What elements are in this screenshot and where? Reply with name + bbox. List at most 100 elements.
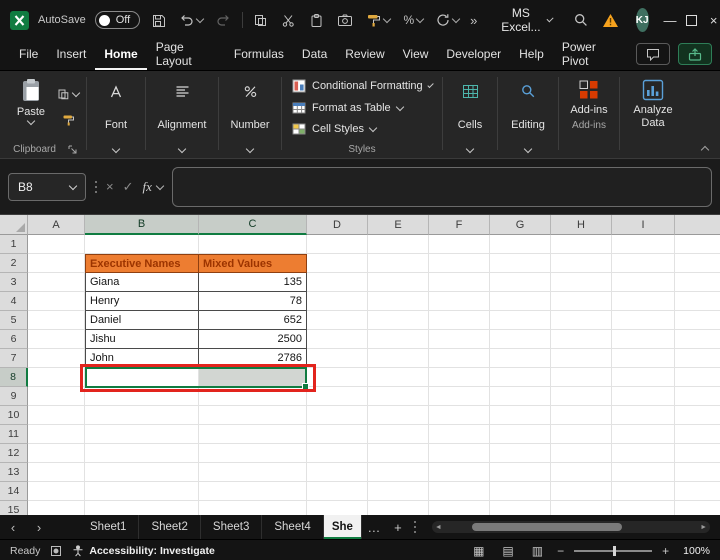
row-header-2[interactable]: 2 <box>0 254 28 273</box>
column-header-G[interactable]: G <box>490 215 551 235</box>
cell-F5[interactable] <box>429 311 490 330</box>
cell-G2[interactable] <box>490 254 551 273</box>
cell-E1[interactable] <box>368 235 429 254</box>
cell-C11[interactable] <box>199 425 307 444</box>
warning-icon[interactable] <box>602 13 619 28</box>
cell-D14[interactable] <box>307 482 368 501</box>
cell-E10[interactable] <box>368 406 429 425</box>
cell-overflow9[interactable] <box>675 387 720 406</box>
cell-H4[interactable] <box>551 292 612 311</box>
cell-overflow12[interactable] <box>675 444 720 463</box>
column-header-F[interactable]: F <box>429 215 490 235</box>
cell-D6[interactable] <box>307 330 368 349</box>
cell-B9[interactable] <box>85 387 199 406</box>
cell-G4[interactable] <box>490 292 551 311</box>
cell-F15[interactable] <box>429 501 490 515</box>
cell-F2[interactable] <box>429 254 490 273</box>
cell-E13[interactable] <box>368 463 429 482</box>
cell-B5[interactable]: Daniel <box>85 311 199 330</box>
column-header-C[interactable]: C <box>199 215 307 235</box>
cell-overflow2[interactable] <box>675 254 720 273</box>
cell-B10[interactable] <box>85 406 199 425</box>
camera-button[interactable] <box>335 11 355 29</box>
column-header-overflow[interactable] <box>675 215 720 235</box>
cell-D7[interactable] <box>307 349 368 368</box>
cell-overflow5[interactable] <box>675 311 720 330</box>
cell-H9[interactable] <box>551 387 612 406</box>
cell-E5[interactable] <box>368 311 429 330</box>
cell-G14[interactable] <box>490 482 551 501</box>
cell-F14[interactable] <box>429 482 490 501</box>
cell-A8[interactable] <box>28 368 85 387</box>
cell-C5[interactable]: 652 <box>199 311 307 330</box>
row-header-11[interactable]: 11 <box>0 425 28 444</box>
cell-F4[interactable] <box>429 292 490 311</box>
cell-E4[interactable] <box>368 292 429 311</box>
zoom-level[interactable]: 100% <box>683 545 710 557</box>
row-header-3[interactable]: 3 <box>0 273 28 292</box>
tab-formulas[interactable]: Formulas <box>225 40 293 70</box>
row-header-9[interactable]: 9 <box>0 387 28 406</box>
cell-G8[interactable] <box>490 368 551 387</box>
enter-icon[interactable]: ✓ <box>123 179 134 195</box>
cell-E9[interactable] <box>368 387 429 406</box>
accessibility-status[interactable]: Accessibility: Investigate <box>72 545 214 557</box>
scroll-left-icon[interactable]: ◄ <box>435 524 442 531</box>
cell-B1[interactable] <box>85 235 199 254</box>
cell-A9[interactable] <box>28 387 85 406</box>
cell-E8[interactable] <box>368 368 429 387</box>
share-button[interactable] <box>678 43 712 65</box>
cell-F9[interactable] <box>429 387 490 406</box>
cell-B14[interactable] <box>85 482 199 501</box>
redo-button[interactable] <box>214 12 233 29</box>
cell-F6[interactable] <box>429 330 490 349</box>
cell-I2[interactable] <box>612 254 675 273</box>
cell-B15[interactable] <box>85 501 199 515</box>
number-format-button[interactable]: % <box>401 11 425 29</box>
cell-A14[interactable] <box>28 482 85 501</box>
select-all-button[interactable] <box>0 215 28 235</box>
tab-file[interactable]: File <box>10 40 47 70</box>
cell-A4[interactable] <box>28 292 85 311</box>
clipboard-dialog-launcher-icon[interactable] <box>68 145 77 154</box>
tab-home[interactable]: Home <box>95 40 146 70</box>
save-button[interactable] <box>149 11 168 30</box>
format-as-table-button[interactable]: Format as Table <box>292 98 432 118</box>
alignment-group-button[interactable]: Alignment <box>150 74 214 158</box>
cell-I12[interactable] <box>612 444 675 463</box>
cells-group-button[interactable]: Cells <box>447 74 493 158</box>
cell-H8[interactable] <box>551 368 612 387</box>
cell-D10[interactable] <box>307 406 368 425</box>
sheet-tab-sheet2[interactable]: Sheet2 <box>139 515 200 539</box>
cell-C7[interactable]: 2786 <box>199 349 307 368</box>
column-header-I[interactable]: I <box>612 215 675 235</box>
undo-button[interactable] <box>177 12 205 29</box>
cell-C9[interactable] <box>199 387 307 406</box>
row-header-10[interactable]: 10 <box>0 406 28 425</box>
cell-overflow1[interactable] <box>675 235 720 254</box>
cell-E11[interactable] <box>368 425 429 444</box>
font-group-button[interactable]: Font <box>91 74 141 158</box>
cell-D8[interactable] <box>307 368 368 387</box>
cell-E7[interactable] <box>368 349 429 368</box>
cell-F1[interactable] <box>429 235 490 254</box>
cell-C10[interactable] <box>199 406 307 425</box>
cell-H2[interactable] <box>551 254 612 273</box>
avatar[interactable]: KJ <box>636 8 649 32</box>
cell-I7[interactable] <box>612 349 675 368</box>
cell-overflow3[interactable] <box>675 273 720 292</box>
cell-H5[interactable] <box>551 311 612 330</box>
cell-B4[interactable]: Henry <box>85 292 199 311</box>
drag-handle-icon[interactable] <box>95 181 97 183</box>
cell-A10[interactable] <box>28 406 85 425</box>
sheet-more-button[interactable]: … <box>362 515 386 539</box>
row-header-13[interactable]: 13 <box>0 463 28 482</box>
column-header-B[interactable]: B <box>85 215 199 235</box>
cell-G7[interactable] <box>490 349 551 368</box>
cell-H11[interactable] <box>551 425 612 444</box>
row-header-4[interactable]: 4 <box>0 292 28 311</box>
sheet-tab-sheet3[interactable]: Sheet3 <box>201 515 262 539</box>
cell-A6[interactable] <box>28 330 85 349</box>
cell-B7[interactable]: John <box>85 349 199 368</box>
normal-view-icon[interactable]: ▦ <box>473 544 484 558</box>
